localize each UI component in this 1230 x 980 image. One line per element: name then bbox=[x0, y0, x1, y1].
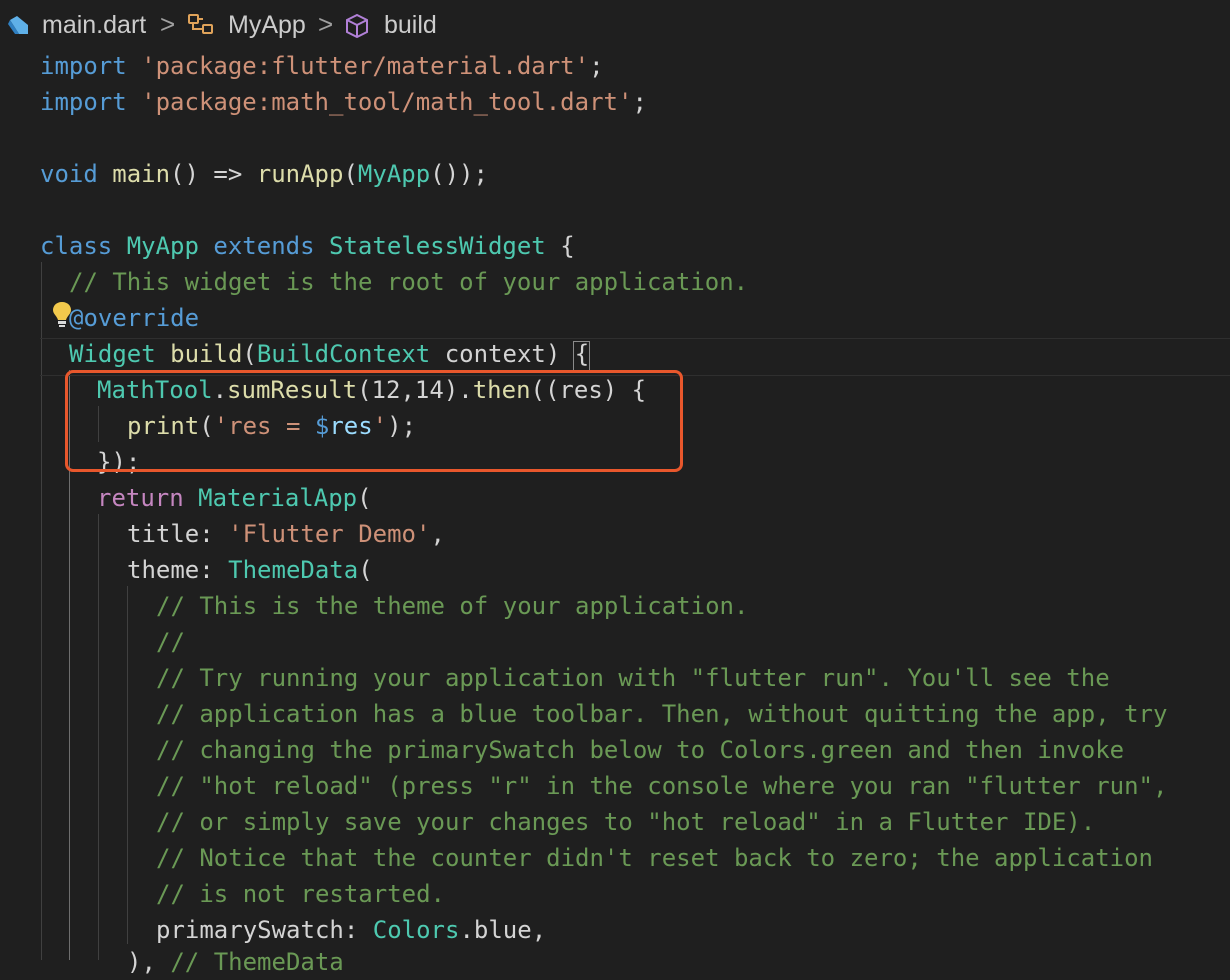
code-line: title: 'Flutter Demo', bbox=[127, 520, 445, 548]
code-line: theme: ThemeData( bbox=[127, 556, 373, 584]
breadcrumb-separator: > bbox=[160, 9, 176, 39]
code-line: // application has a blue toolbar. Then,… bbox=[156, 700, 1168, 728]
code-line: void main() => runApp(MyApp()); bbox=[40, 160, 488, 188]
code-line: import 'package:math_tool/math_tool.dart… bbox=[40, 88, 647, 116]
breadcrumb-class[interactable]: MyApp bbox=[228, 11, 306, 40]
code-line: primarySwatch: Colors.blue, bbox=[156, 916, 547, 944]
code-line: // bbox=[156, 628, 185, 656]
breadcrumb: main.dart > MyApp > build bbox=[0, 0, 1230, 50]
class-symbol-icon bbox=[188, 14, 213, 34]
code-editor[interactable]: import 'package:flutter/material.dart'; … bbox=[0, 48, 1230, 976]
code-line: Widget build(BuildContext context) { bbox=[69, 340, 590, 368]
code-line: return MaterialApp( bbox=[97, 484, 372, 512]
code-line: // This is the theme of your application… bbox=[156, 592, 749, 620]
dart-file-icon bbox=[8, 16, 28, 34]
code-line: // or simply save your changes to "hot r… bbox=[156, 808, 1096, 836]
method-cube-icon bbox=[346, 13, 368, 39]
code-line: // Try running your application with "fl… bbox=[156, 664, 1110, 692]
code-line: // is not restarted. bbox=[156, 880, 445, 908]
code-line: import 'package:flutter/material.dart'; bbox=[40, 52, 604, 80]
indent-guide bbox=[127, 586, 128, 944]
breadcrumb-file[interactable]: main.dart bbox=[42, 11, 146, 40]
code-line: @override bbox=[69, 304, 200, 332]
bracket-match-highlight bbox=[573, 341, 590, 371]
code-line: ), // ThemeData bbox=[127, 948, 344, 976]
breadcrumb-method[interactable]: build bbox=[384, 11, 437, 40]
code-line: class MyApp extends StatelessWidget { bbox=[40, 232, 575, 260]
breadcrumb-separator: > bbox=[318, 9, 334, 39]
code-line: // "hot reload" (press "r" in the consol… bbox=[156, 772, 1168, 800]
highlight-annotation-box bbox=[65, 370, 683, 472]
code-line: // This widget is the root of your appli… bbox=[69, 268, 749, 296]
indent-guide bbox=[98, 514, 99, 960]
code-line: // Notice that the counter didn't reset … bbox=[156, 844, 1153, 872]
code-line: // changing the primarySwatch below to C… bbox=[156, 736, 1125, 764]
